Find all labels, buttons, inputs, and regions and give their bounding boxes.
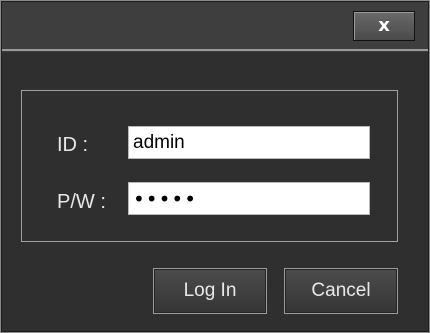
title-bar[interactable]: x: [2, 2, 428, 51]
credentials-group: ID : P/W :: [21, 90, 398, 242]
id-label: ID :: [57, 134, 89, 156]
dialog-body: ID : P/W : Log In Cancel: [2, 52, 428, 331]
password-input[interactable]: [128, 182, 370, 215]
id-input[interactable]: [128, 126, 370, 159]
login-button[interactable]: Log In: [153, 268, 267, 314]
login-dialog: x ID : P/W : Log In Cancel: [0, 0, 430, 333]
password-label: P/W :: [57, 191, 106, 213]
close-button[interactable]: x: [353, 11, 415, 41]
cancel-button[interactable]: Cancel: [284, 268, 398, 314]
close-icon: x: [378, 15, 390, 36]
